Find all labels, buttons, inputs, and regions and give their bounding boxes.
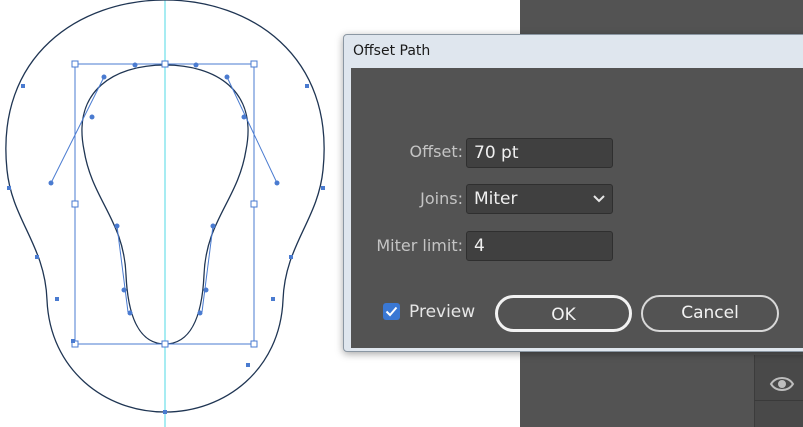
offset-label: Offset: xyxy=(409,142,463,161)
miter-limit-label: Miter limit: xyxy=(376,236,463,255)
bbox-handle[interactable] xyxy=(71,200,79,208)
dialog-title: Offset Path xyxy=(353,43,431,59)
miter-limit-input[interactable]: 4 xyxy=(466,231,613,261)
bbox-handle[interactable] xyxy=(161,60,169,68)
anchor-points[interactable] xyxy=(7,62,325,415)
bbox-handle[interactable] xyxy=(250,340,258,348)
offset-input[interactable]: 70 pt xyxy=(466,138,613,168)
offset-path-dialog: Offset Path Offset: 70 pt Joins: Miter M… xyxy=(343,34,803,352)
joins-select-value: Miter xyxy=(474,189,518,209)
checkmark-icon xyxy=(385,306,398,317)
bbox-handle[interactable] xyxy=(250,200,258,208)
joins-select[interactable]: Miter xyxy=(466,184,613,214)
ok-button[interactable]: OK xyxy=(495,295,632,332)
joins-label: Joins: xyxy=(420,189,463,208)
preview-checkbox[interactable] xyxy=(383,303,400,320)
bbox-handle[interactable] xyxy=(250,60,258,68)
dialog-body: Offset: 70 pt Joins: Miter Miter limit: … xyxy=(351,68,803,348)
cancel-button[interactable]: Cancel xyxy=(641,295,779,332)
bbox-handle[interactable] xyxy=(71,60,79,68)
chevron-down-icon xyxy=(593,195,605,203)
eye-icon[interactable] xyxy=(768,372,796,396)
panel-divider xyxy=(754,400,803,401)
preview-label[interactable]: Preview xyxy=(409,302,475,322)
bbox-handle[interactable] xyxy=(161,340,169,348)
